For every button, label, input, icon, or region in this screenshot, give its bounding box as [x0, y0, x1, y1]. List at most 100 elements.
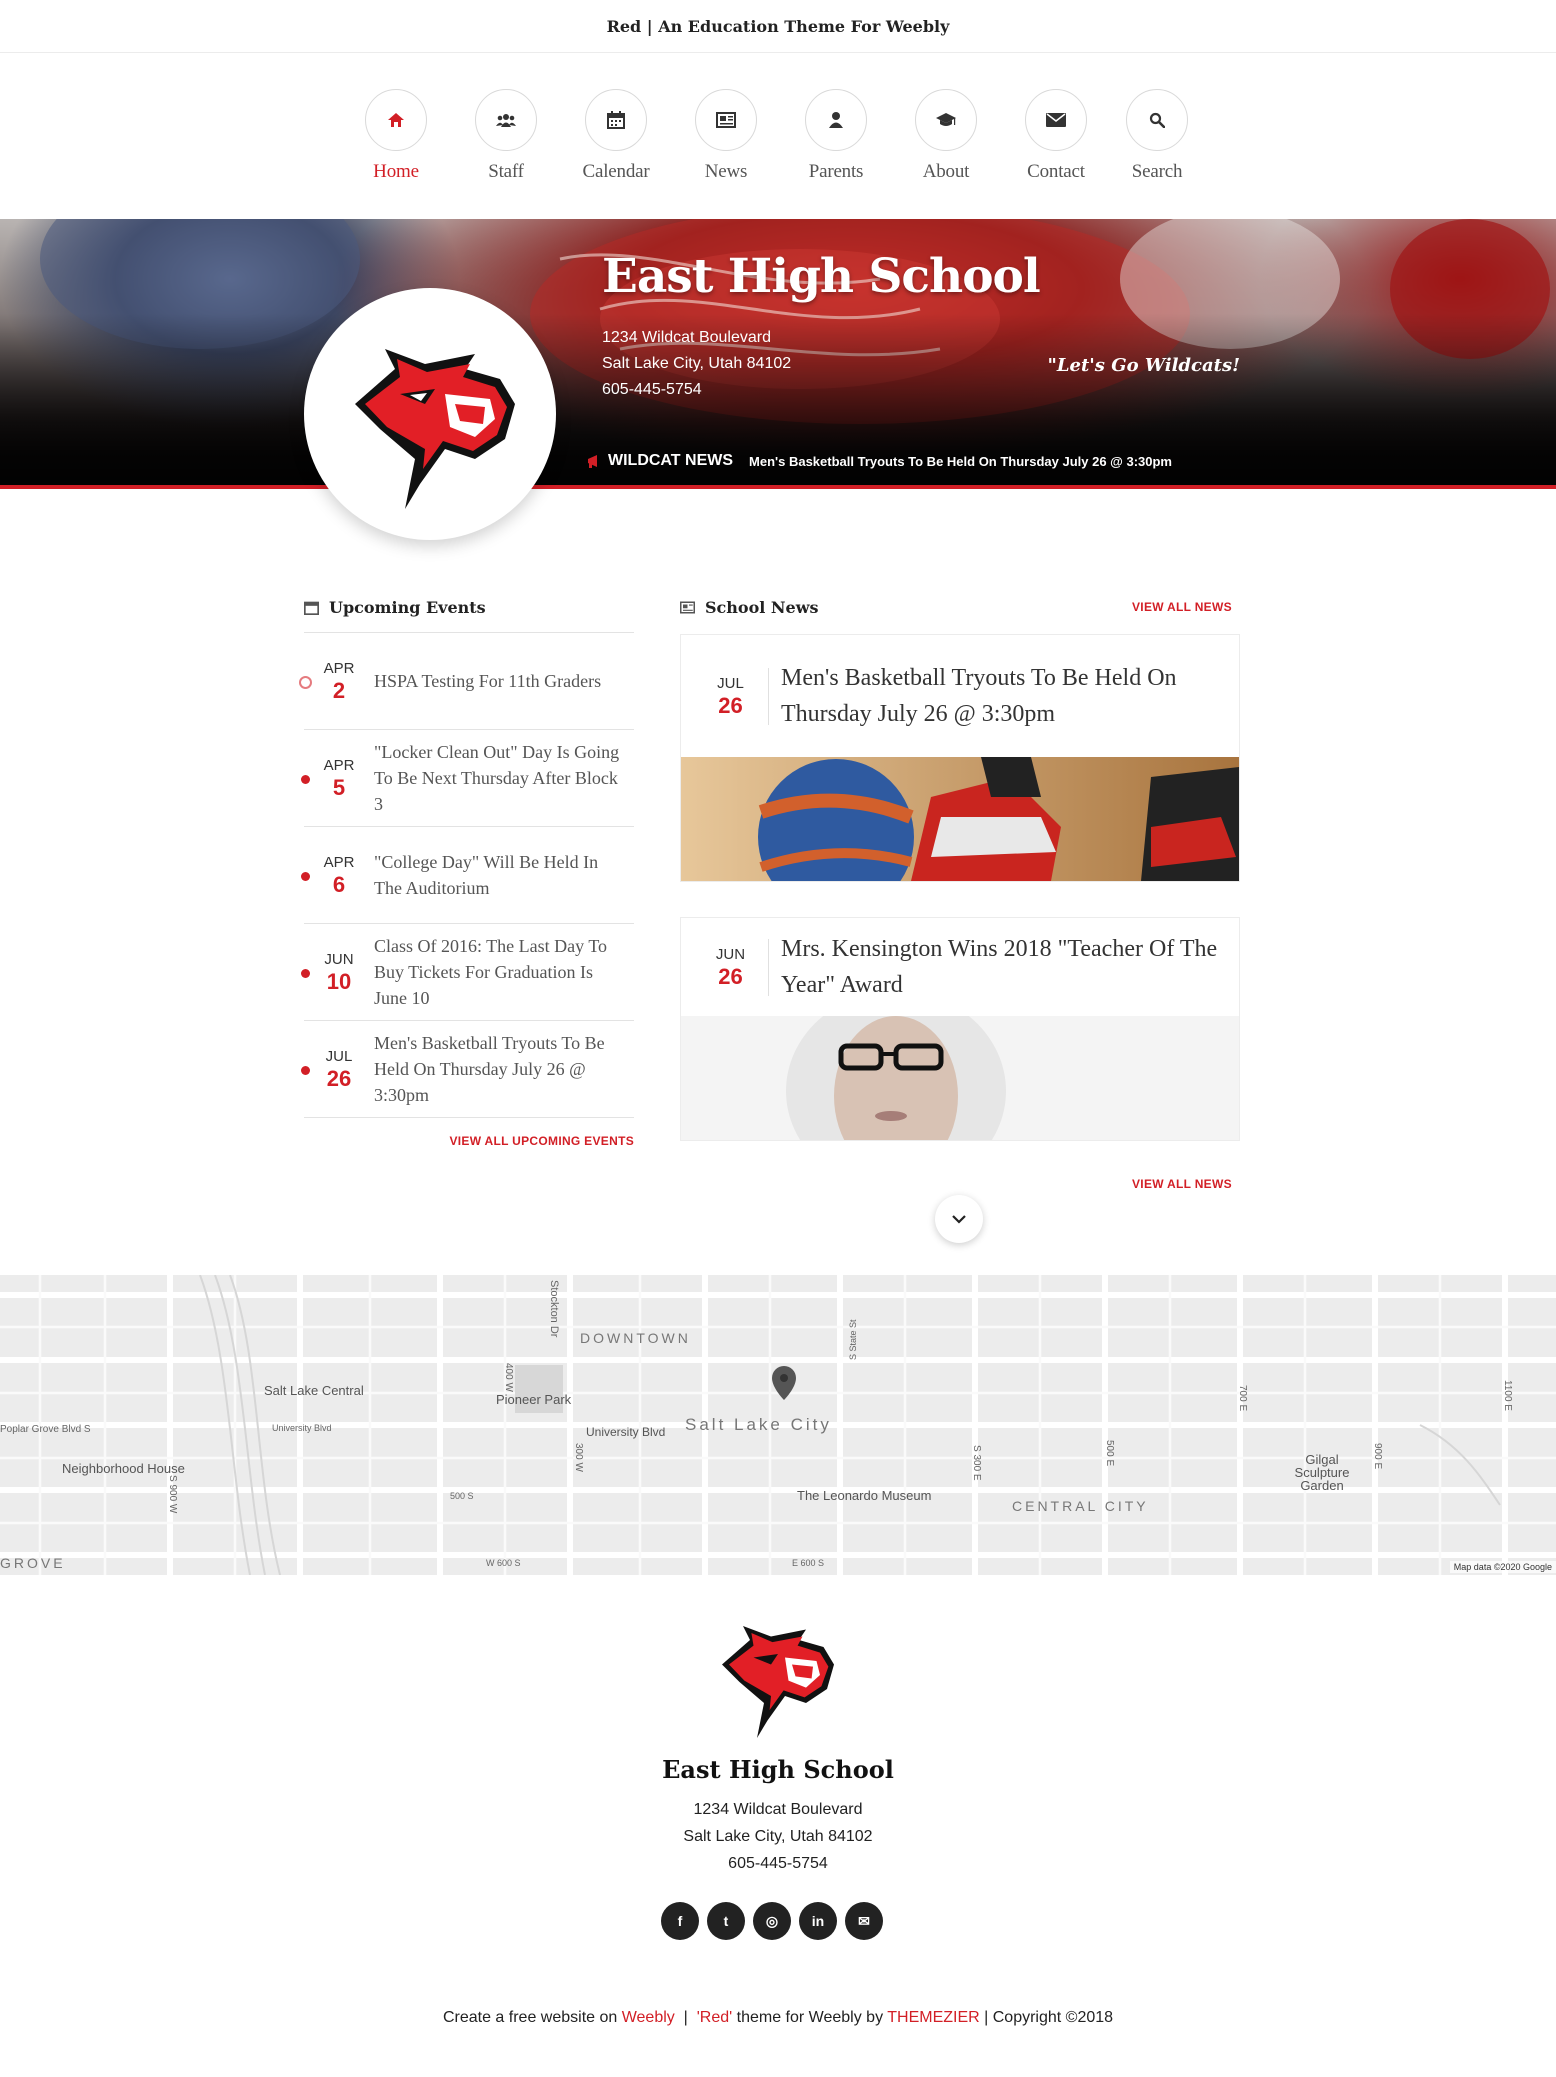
footer-phone: 605-445-5754: [728, 1855, 828, 1872]
nav-item-search[interactable]: Search: [1102, 89, 1212, 183]
map-label: University Blvd: [586, 1425, 666, 1439]
event-title[interactable]: HSPA Testing For 11th Graders: [374, 668, 624, 694]
nav-item-news[interactable]: News: [671, 89, 781, 183]
footer-address-line2: Salt Lake City, Utah 84102: [683, 1828, 873, 1845]
ticker-label: WILDCAT NEWS: [608, 452, 734, 469]
event-title[interactable]: "Locker Clean Out" Day Is Going To Be Ne…: [374, 739, 624, 817]
ticker-text[interactable]: Men's Basketball Tryouts To Be Held On T…: [749, 454, 1172, 469]
map-label: Salt Lake Central: [264, 1383, 364, 1398]
news-ticker[interactable]: WILDCAT NEWS Men's Basketball Tryouts To…: [586, 452, 1172, 470]
instagram-icon[interactable]: ◎: [753, 1902, 791, 1940]
top-bar: Red | An Education Theme For Weebly: [0, 0, 1556, 53]
main-nav: Home Staff Calendar News Parents About C…: [0, 53, 1556, 219]
linkedin-icon[interactable]: in: [799, 1902, 837, 1940]
news-card-title[interactable]: Men's Basketball Tryouts To Be Held On T…: [769, 660, 1239, 732]
news-date: JUL 26: [693, 667, 769, 725]
nav-item-about[interactable]: About: [891, 89, 1001, 183]
event-date: JUN 10: [304, 952, 374, 993]
events-title: Upcoming Events: [329, 598, 486, 617]
event-day: 26: [326, 1065, 352, 1091]
footer: East High School 1234 Wildcat Boulevard …: [0, 1575, 1556, 2077]
footer-school-name: East High School: [662, 1755, 894, 1784]
nav-item-parents[interactable]: Parents: [781, 89, 891, 183]
map-label: Salt Lake City: [685, 1415, 832, 1434]
event-dot: [299, 676, 312, 689]
credit-suffix: | Copyright ©2018: [979, 2009, 1114, 2026]
event-title[interactable]: Class Of 2016: The Last Day To Buy Ticke…: [374, 933, 624, 1011]
hero-phone: 605-445-5754: [602, 381, 702, 398]
map-label: W 600 S: [486, 1558, 521, 1568]
news-day: 26: [718, 692, 743, 718]
event-item[interactable]: APR 5 "Locker Clean Out" Day Is Going To…: [301, 730, 634, 827]
social-links: f t ◎ in ✉: [661, 1902, 883, 1940]
twitter-icon[interactable]: t: [707, 1902, 745, 1940]
event-title[interactable]: "College Day" Will Be Held In The Audito…: [374, 849, 624, 901]
facebook-icon[interactable]: f: [661, 1902, 699, 1940]
site-tagline: Red | An Education Theme For Weebly: [606, 17, 950, 36]
graduation-cap-icon: [915, 89, 977, 151]
map-label: Neighborhood House: [62, 1461, 185, 1476]
nav-item-home[interactable]: Home: [341, 89, 451, 183]
footer-credit: Create a free website on Weebly | 'Red' …: [0, 2009, 1556, 2027]
event-item[interactable]: JUL 26 Men's Basketball Tryouts To Be He…: [301, 1021, 634, 1118]
themezier-link[interactable]: THEMEZIER: [887, 2009, 979, 2026]
event-dot: [301, 872, 310, 881]
map-label: University Blvd: [272, 1423, 332, 1433]
map-label: 900 E: [1372, 1443, 1383, 1470]
envelope-icon: [1025, 89, 1087, 151]
hero-red-line: [0, 485, 1556, 489]
event-month: APR: [323, 853, 355, 871]
footer-address-line1: 1234 Wildcat Boulevard: [693, 1801, 863, 1818]
news-heading: School News: [680, 598, 819, 617]
hero-banner: East High School 1234 Wildcat Boulevard …: [0, 219, 1556, 489]
megaphone-icon: [588, 455, 597, 468]
nav-item-staff[interactable]: Staff: [451, 89, 561, 183]
email-icon[interactable]: ✉: [845, 1902, 883, 1940]
nav-item-contact[interactable]: Contact: [1001, 89, 1111, 183]
news-day: 26: [718, 963, 743, 989]
map-label: 700 E: [1237, 1385, 1248, 1412]
news-card-header: JUL 26 Men's Basketball Tryouts To Be He…: [681, 635, 1239, 757]
event-item[interactable]: JUN 10 Class Of 2016: The Last Day To Bu…: [301, 924, 634, 1021]
event-month: APR: [323, 756, 355, 774]
view-all-news-bottom-link[interactable]: VIEW ALL NEWS: [1132, 1177, 1232, 1191]
news-image-basketball[interactable]: [681, 757, 1239, 881]
location-map[interactable]: DOWNTOWN Salt Lake City CENTRAL CITY GRO…: [0, 1275, 1556, 1575]
scroll-down-button[interactable]: [935, 1195, 983, 1243]
weebly-link[interactable]: Weebly: [622, 2009, 675, 2026]
event-month: JUN: [324, 950, 354, 968]
map-label: The Leonardo Museum: [797, 1488, 932, 1503]
credit-separator: |: [674, 2009, 697, 2026]
view-all-events-link[interactable]: VIEW ALL UPCOMING EVENTS: [449, 1134, 634, 1148]
event-day: 6: [332, 871, 346, 897]
map-label: S 900 W: [167, 1475, 178, 1514]
event-date: JUL 26: [304, 1049, 374, 1090]
school-logo[interactable]: [304, 288, 556, 540]
newspaper-icon: [680, 601, 695, 614]
news-card-title[interactable]: Mrs. Kensington Wins 2018 "Teacher Of Th…: [769, 931, 1239, 1003]
event-day: 10: [326, 968, 352, 994]
map-label: S 300 E: [971, 1445, 982, 1481]
event-item[interactable]: APR 6 "College Day" Will Be Held In The …: [301, 827, 634, 924]
chevron-down-icon: [952, 1215, 966, 1224]
nav-item-calendar[interactable]: Calendar: [561, 89, 671, 183]
event-month: APR: [323, 659, 355, 677]
map-label: Pioneer Park: [496, 1392, 572, 1407]
news-month: JUN: [715, 945, 746, 963]
footer-logo[interactable]: [703, 1619, 853, 1750]
event-month: JUL: [325, 1047, 353, 1065]
map-attribution[interactable]: Map data ©2020 Google: [1449, 1561, 1556, 1573]
news-card[interactable]: JUL 26 Men's Basketball Tryouts To Be He…: [680, 634, 1240, 882]
map-label: 300 W: [573, 1443, 584, 1472]
news-card[interactable]: JUN 26 Mrs. Kensington Wins 2018 "Teache…: [680, 917, 1240, 1141]
map-label: DOWNTOWN: [580, 1330, 691, 1346]
event-item[interactable]: APR 2 HSPA Testing For 11th Graders: [299, 633, 634, 730]
hero-slogan: "Let's Go Wildcats!: [1047, 355, 1241, 376]
credit-prefix: Create a free website on: [442, 2009, 622, 2026]
nav-label: Contact: [1027, 161, 1085, 182]
event-title[interactable]: Men's Basketball Tryouts To Be Held On T…: [374, 1030, 624, 1108]
news-image-teacher[interactable]: [681, 1016, 1239, 1140]
news-date: JUN 26: [693, 938, 769, 996]
view-all-news-top-link[interactable]: VIEW ALL NEWS: [1132, 600, 1232, 614]
calendar-icon: [585, 89, 647, 151]
